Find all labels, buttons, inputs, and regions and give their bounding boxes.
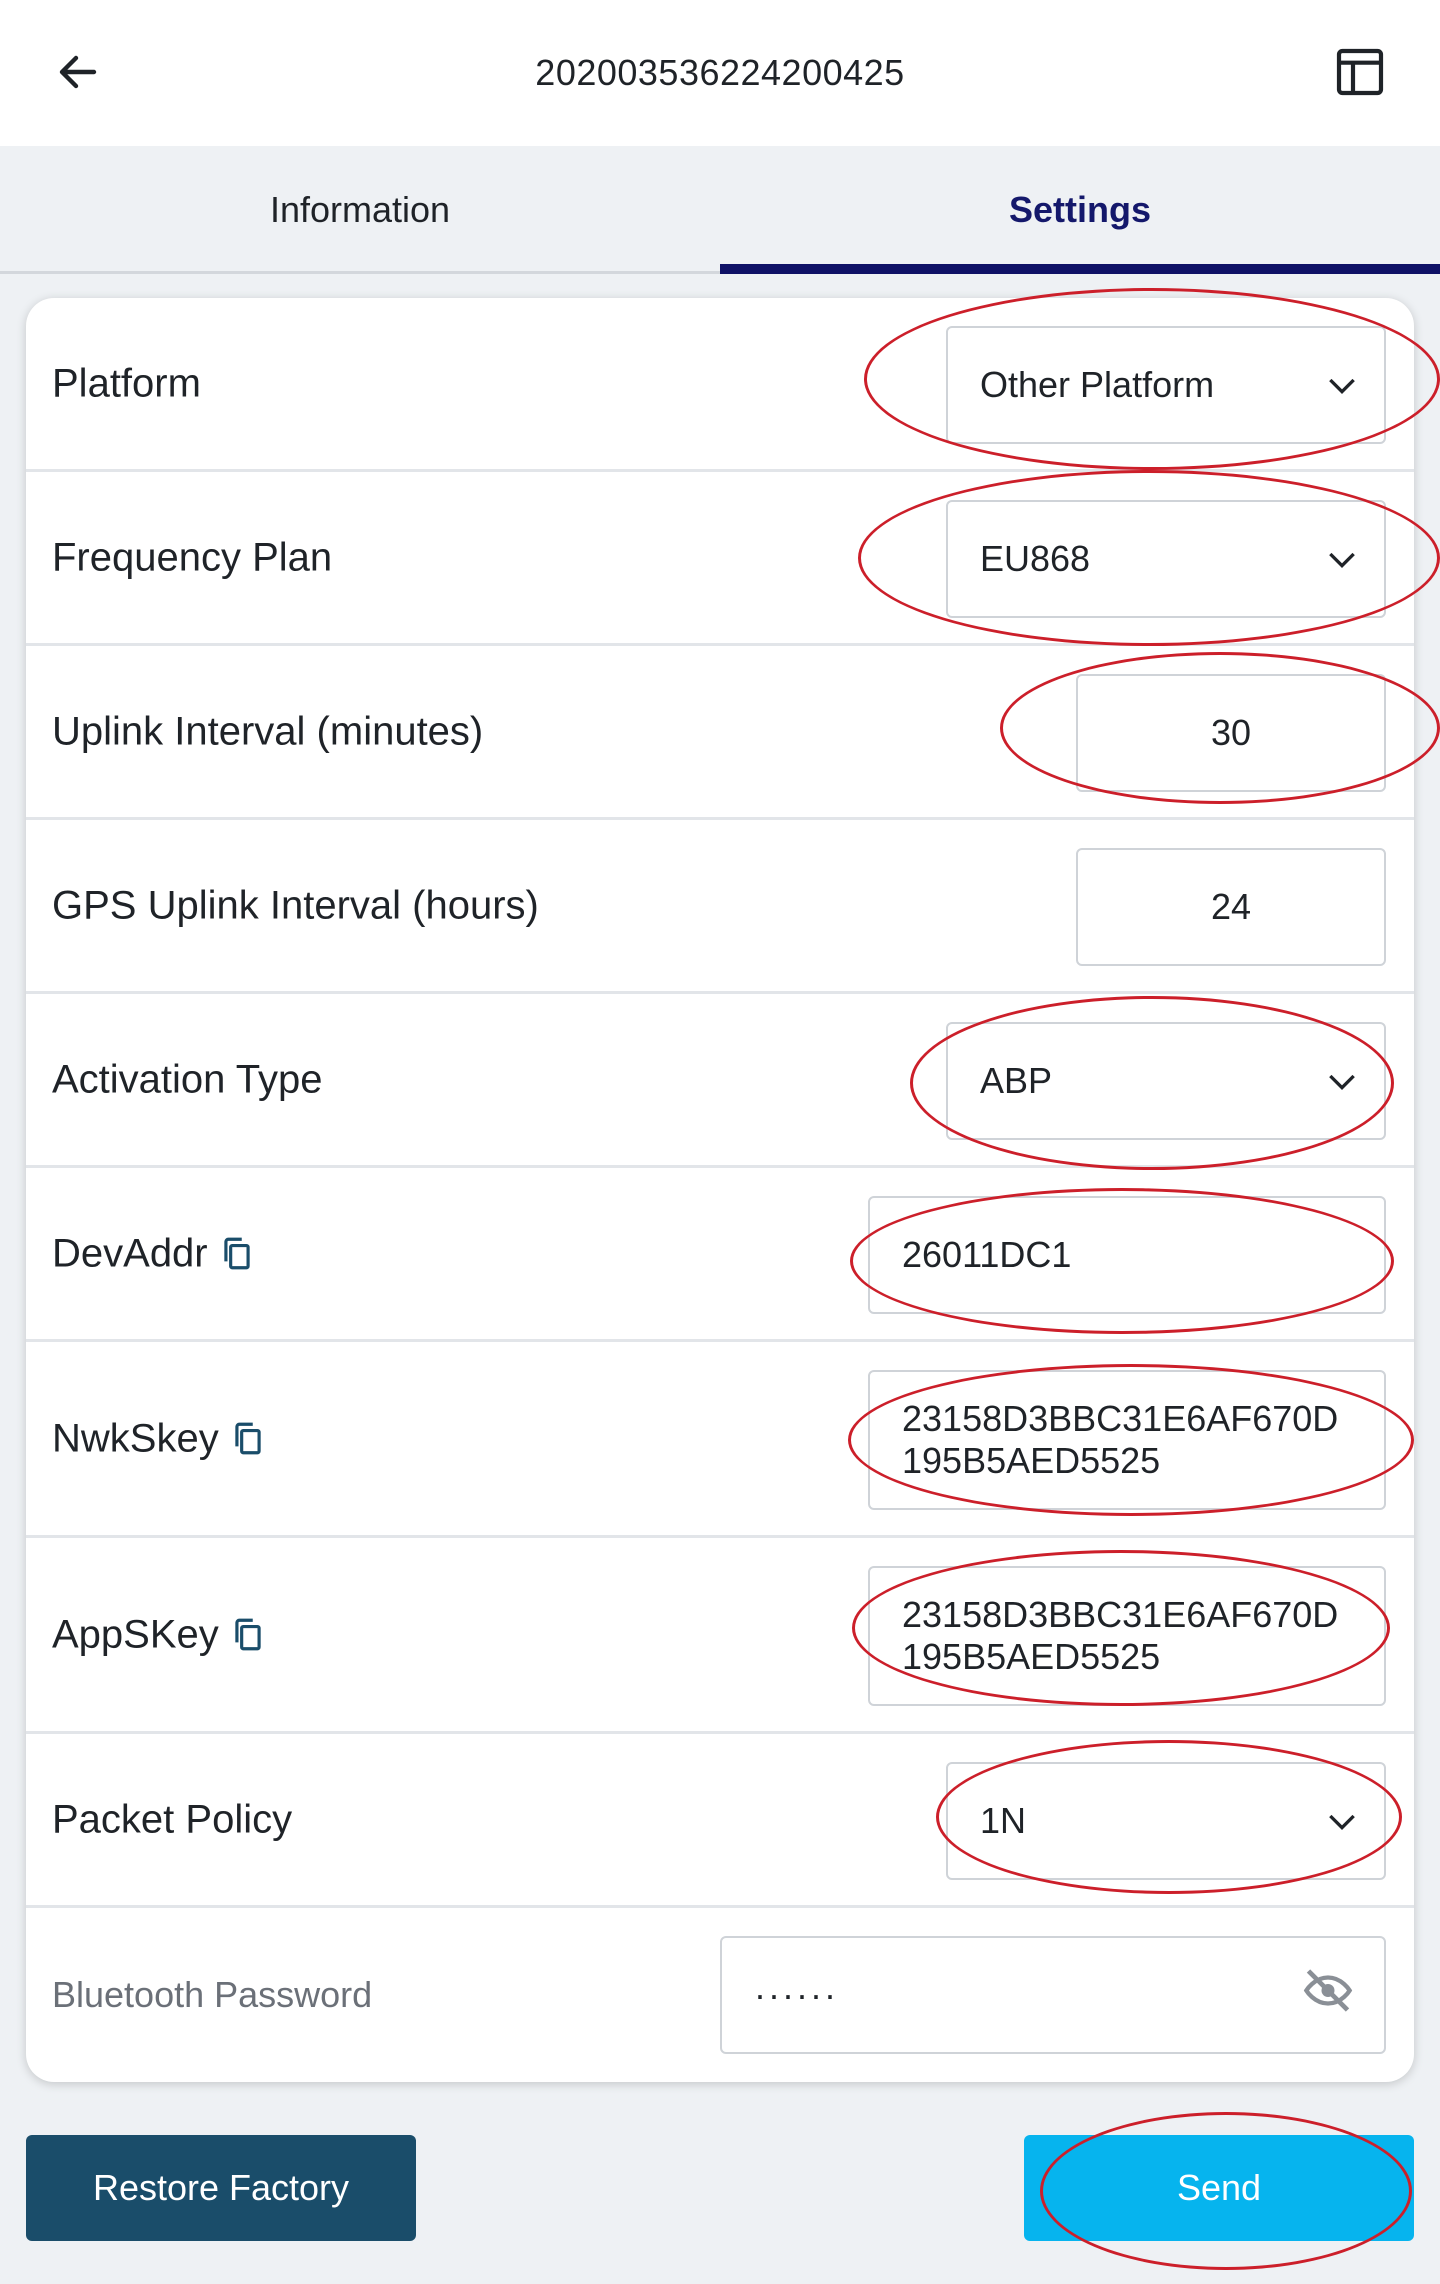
gps-uplink-interval-label: GPS Uplink Interval (hours) [52,883,539,927]
bluetooth-password-row: Bluetooth Password ······ [26,1908,1414,2082]
platform-row: Platform Other Platform [26,298,1414,472]
activation-type-row: Activation Type ABP [26,994,1414,1168]
bluetooth-password-label: Bluetooth Password [52,1974,373,2015]
packet-policy-value: 1N [980,1800,1027,1841]
settings-card: Platform Other Platform Frequency Plan E… [26,298,1414,2082]
tab-bar: Information Settings [0,146,1440,274]
chevron-down-icon [1329,1814,1355,1831]
platform-select[interactable]: Other Platform [946,326,1386,444]
devaddr-input[interactable]: 26011DC1 [868,1196,1386,1314]
packet-policy-row: Packet Policy 1N [26,1734,1414,1908]
layout-panel-icon [1336,48,1384,96]
appskey-row: AppSKey 23158D3BBC31E6AF670D 195B5AED552… [26,1538,1414,1734]
nwkskey-row: NwkSkey 23158D3BBC31E6AF670D 195B5AED552… [26,1342,1414,1538]
copy-icon[interactable] [229,1616,267,1654]
frequency-plan-value: EU868 [980,538,1091,579]
frequency-plan-label: Frequency Plan [52,535,333,579]
frequency-plan-select[interactable]: EU868 [946,500,1386,618]
frequency-plan-row: Frequency Plan EU868 [26,472,1414,646]
tab-information[interactable]: Information [0,146,720,274]
active-tab-indicator [720,264,1440,274]
chevron-down-icon [1329,1074,1355,1091]
activation-type-label: Activation Type [52,1057,323,1101]
password-mask: ······ [754,1974,838,2015]
app-bar: 202003536224200425 [0,0,1440,146]
platform-label: Platform [52,361,201,405]
appskey-label: AppSKey [52,1612,219,1656]
platform-value: Other Platform [980,364,1215,405]
gps-uplink-interval-row: GPS Uplink Interval (hours) 24 [26,820,1414,994]
devaddr-label-group: DevAddr [52,1231,256,1276]
devaddr-row: DevAddr 26011DC1 [26,1168,1414,1342]
uplink-interval-input[interactable]: 30 [1076,674,1386,792]
activation-type-select[interactable]: ABP [946,1022,1386,1140]
appskey-input[interactable]: 23158D3BBC31E6AF670D 195B5AED5525 [868,1566,1386,1706]
activation-type-value: ABP [980,1060,1053,1101]
tab-settings[interactable]: Settings [720,146,1440,274]
bluetooth-password-input[interactable]: ······ [720,1936,1386,2054]
packet-policy-label: Packet Policy [52,1797,293,1841]
copy-icon[interactable] [229,1420,267,1458]
gps-uplink-interval-input[interactable]: 24 [1076,848,1386,966]
page-title: 202003536224200425 [535,52,905,93]
chevron-down-icon [1329,378,1355,395]
nwkskey-input[interactable]: 23158D3BBC31E6AF670D 195B5AED5525 [868,1370,1386,1510]
uplink-interval-row: Uplink Interval (minutes) 30 [26,646,1414,820]
eye-off-icon[interactable] [1302,1965,1354,2026]
nwkskey-label: NwkSkey [52,1416,219,1460]
uplink-interval-label: Uplink Interval (minutes) [52,709,484,753]
restore-factory-button[interactable]: Restore Factory [26,2135,416,2241]
layout-button[interactable] [1328,40,1392,104]
appskey-label-group: AppSKey [52,1612,267,1657]
nwkskey-label-group: NwkSkey [52,1416,267,1461]
send-button[interactable]: Send [1024,2135,1414,2241]
chevron-down-icon [1329,552,1355,569]
packet-policy-select[interactable]: 1N [946,1762,1386,1880]
copy-icon[interactable] [218,1235,256,1273]
devaddr-label: DevAddr [52,1231,208,1275]
